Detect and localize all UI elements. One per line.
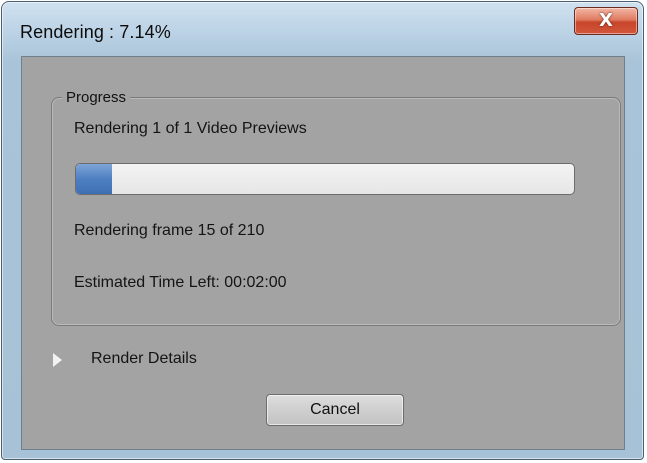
- progress-group-label: Progress: [62, 89, 131, 106]
- render-details-label: Render Details: [91, 350, 197, 367]
- frame-status-text: Rendering frame 15 of 210: [74, 222, 265, 239]
- time-left-text: Estimated Time Left: 00:02:00: [74, 274, 287, 291]
- close-x-icon: X: [599, 10, 613, 31]
- progress-bar-fill: [76, 164, 112, 194]
- title-bar[interactable]: Rendering : 7.14% X: [2, 2, 643, 56]
- cancel-button[interactable]: Cancel: [266, 394, 404, 426]
- close-button[interactable]: X: [574, 7, 638, 35]
- disclosure-triangle-icon: [53, 353, 62, 367]
- dialog-body: Progress Rendering 1 of 1 Video Previews…: [21, 56, 625, 450]
- rendering-status-text: Rendering 1 of 1 Video Previews: [74, 120, 307, 137]
- progress-bar: [75, 163, 575, 195]
- window-title: Rendering : 7.14%: [20, 22, 171, 42]
- render-dialog-window: Rendering : 7.14% X Progress Rendering 1…: [1, 1, 644, 460]
